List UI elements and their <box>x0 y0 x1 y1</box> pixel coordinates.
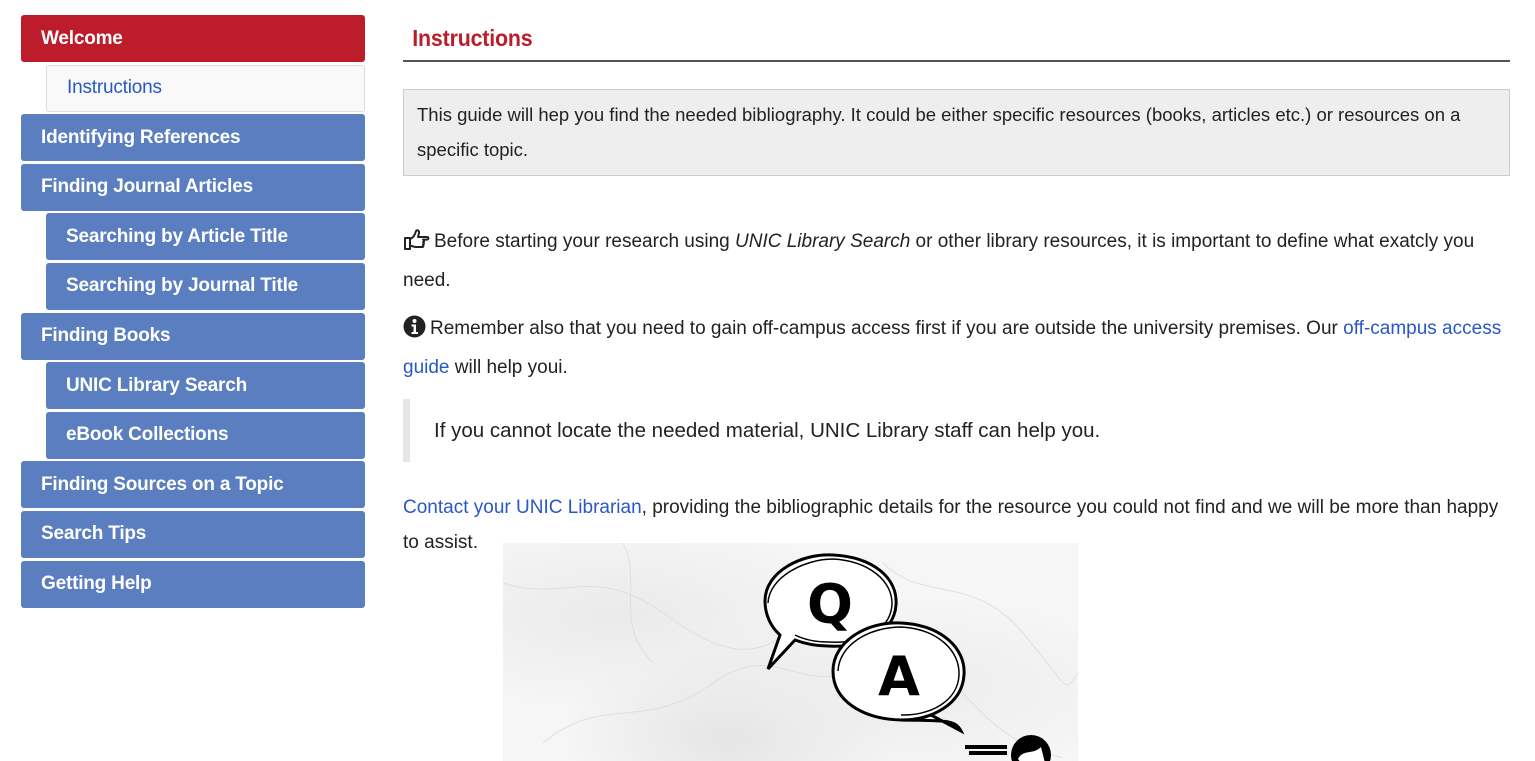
staff-help-quote: If you cannot locate the needed material… <box>403 399 1510 462</box>
qa-letter-q: Q <box>807 573 853 636</box>
qa-letter-a: A <box>878 645 920 708</box>
sidebar-item-finding-books[interactable]: Finding Books <box>21 312 365 360</box>
sidebar-item-label: Identifying References <box>41 126 241 148</box>
sidebar-item-label: Finding Journal Articles <box>41 176 253 198</box>
sidebar-item-label: eBook Collections <box>66 424 229 446</box>
off-campus-text-after: will help youi. <box>449 357 568 378</box>
sidebar-item-ebook-collections[interactable]: eBook Collections <box>46 411 365 459</box>
hand-point-right-icon <box>403 228 430 263</box>
sidebar-item-label: Searching by Article Title <box>66 225 288 247</box>
sidebar-item-label: Searching by Journal Title <box>66 275 299 297</box>
intro-box: This guide will hep you find the needed … <box>403 89 1510 176</box>
main-content: Instructions This guide will hep you fin… <box>403 15 1510 761</box>
qa-graphic: Q A <box>503 543 1078 761</box>
sidebar-item-identifying-references[interactable]: Identifying References <box>21 114 365 162</box>
sidebar-item-unic-library-search[interactable]: UNIC Library Search <box>46 362 365 410</box>
sidebar-item-label: Instructions <box>67 77 162 99</box>
info-circle-icon <box>403 315 426 350</box>
sidebar-item-finding-journal-articles[interactable]: Finding Journal Articles <box>21 163 365 211</box>
sidebar-item-welcome[interactable]: Welcome <box>21 15 365 62</box>
sidebar-item-searching-by-journal-title[interactable]: Searching by Journal Title <box>46 262 365 310</box>
qa-illustration: Q A <box>503 543 1078 761</box>
off-campus-text-before: Remember also that you need to gain off-… <box>430 318 1344 339</box>
sidebar-item-label: Finding Books <box>41 325 171 347</box>
sidebar-item-label: Search Tips <box>41 523 147 545</box>
sidebar-item-label: UNIC Library Search <box>66 374 247 396</box>
sidebar-item-search-tips[interactable]: Search Tips <box>21 510 365 558</box>
research-tip-paragraph: Before starting your research using UNIC… <box>403 224 1510 298</box>
page-title: Instructions <box>412 25 533 51</box>
sidebar-item-instructions[interactable]: Instructions <box>46 64 365 112</box>
contact-librarian-link[interactable]: Contact your UNIC Librarian <box>403 497 642 518</box>
page-header: Instructions <box>403 15 1510 62</box>
sidebar-nav: Welcome Instructions Identifying Referen… <box>21 15 365 610</box>
library-search-name: UNIC Library Search <box>735 231 911 252</box>
off-campus-paragraph: Remember also that you need to gain off-… <box>403 311 1510 385</box>
research-tip-text-before: Before starting your research using <box>434 231 735 252</box>
sidebar-item-label: Getting Help <box>41 573 152 595</box>
sidebar-item-searching-by-article-title[interactable]: Searching by Article Title <box>46 213 365 261</box>
sidebar-item-getting-help[interactable]: Getting Help <box>21 560 365 608</box>
sidebar-item-finding-sources-on-a-topic[interactable]: Finding Sources on a Topic <box>21 461 365 509</box>
sidebar-item-label: Welcome <box>41 27 123 49</box>
sidebar-item-label: Finding Sources on a Topic <box>41 473 284 495</box>
